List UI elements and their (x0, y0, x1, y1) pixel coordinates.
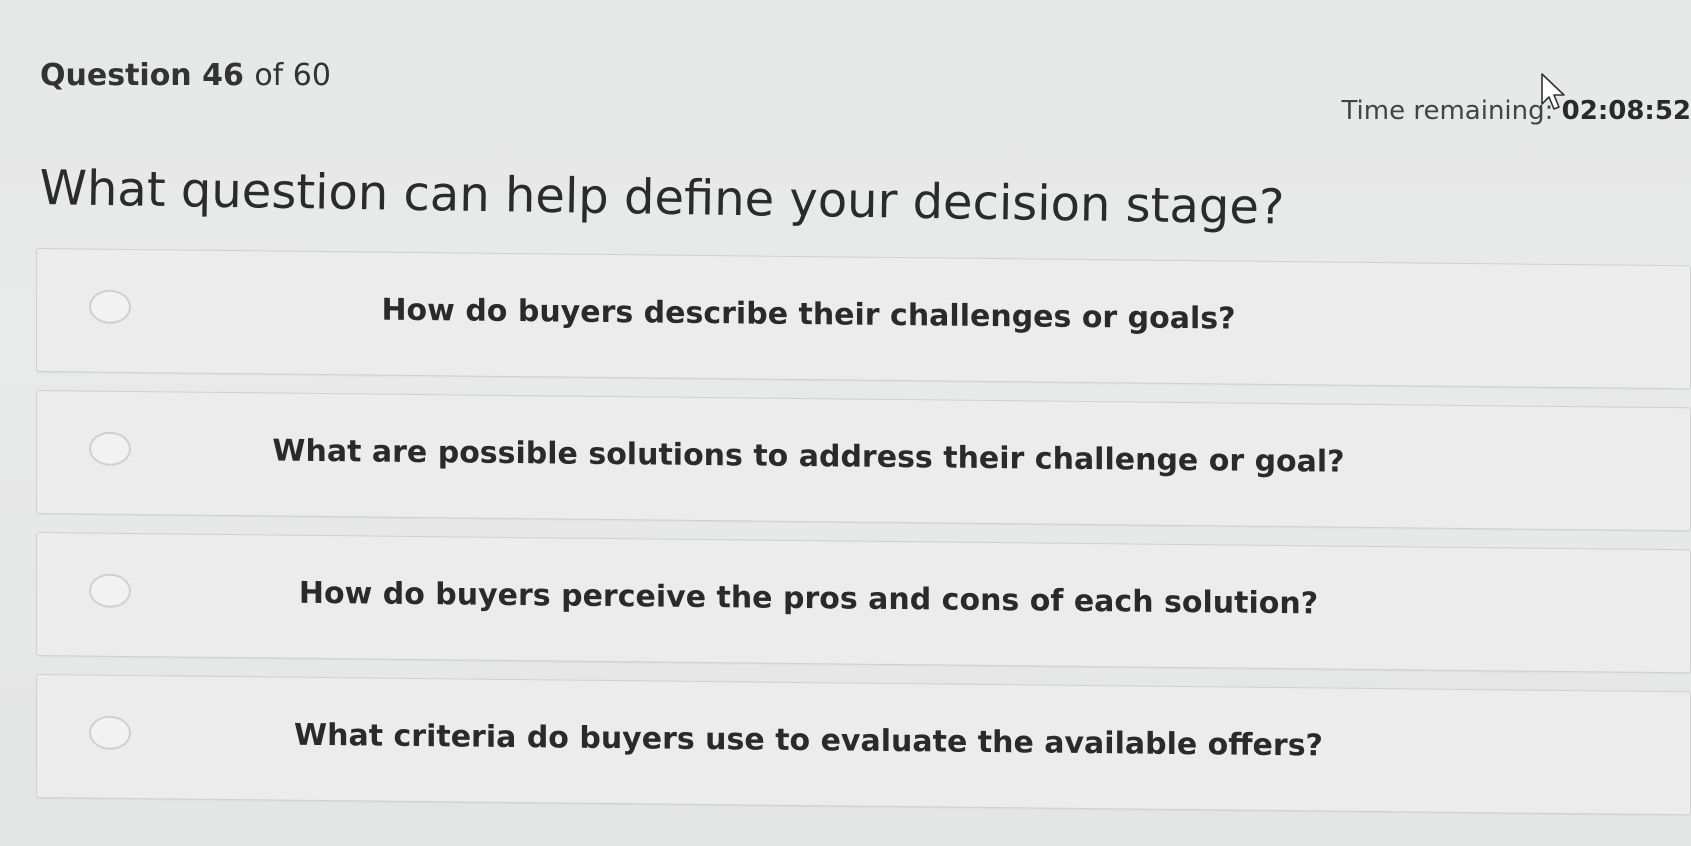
answer-option-2[interactable]: What are possible solutions to address t… (36, 390, 1691, 532)
answer-option-label: What criteria do buyers use to evaluate … (294, 717, 1323, 764)
question-total: of 60 (254, 58, 331, 93)
question-text: What question can help define your decis… (39, 160, 1285, 236)
quiz-page: Question 46 of 60 Time remaining: 02:08:… (0, 0, 1691, 846)
question-progress: Question 46 of 60 (40, 58, 331, 93)
answer-option-label: How do buyers perceive the pros and cons… (298, 575, 1319, 622)
answer-option-4[interactable]: What criteria do buyers use to evaluate … (36, 674, 1691, 816)
time-remaining-label: Time remaining: (1341, 96, 1554, 126)
time-remaining: Time remaining: 02:08:52 (1341, 96, 1691, 126)
answer-options: How do buyers describe their challenges … (36, 248, 1691, 816)
mouse-pointer-icon (1541, 73, 1565, 110)
answer-option-3[interactable]: How do buyers perceive the pros and cons… (36, 532, 1691, 674)
answer-option-1[interactable]: How do buyers describe their challenges … (36, 248, 1691, 390)
time-remaining-value: 02:08:52 (1561, 96, 1691, 126)
answer-option-label: What are possible solutions to address t… (272, 433, 1345, 480)
answer-option-label: How do buyers describe their challenges … (381, 292, 1236, 337)
question-number: Question 46 (40, 58, 244, 93)
